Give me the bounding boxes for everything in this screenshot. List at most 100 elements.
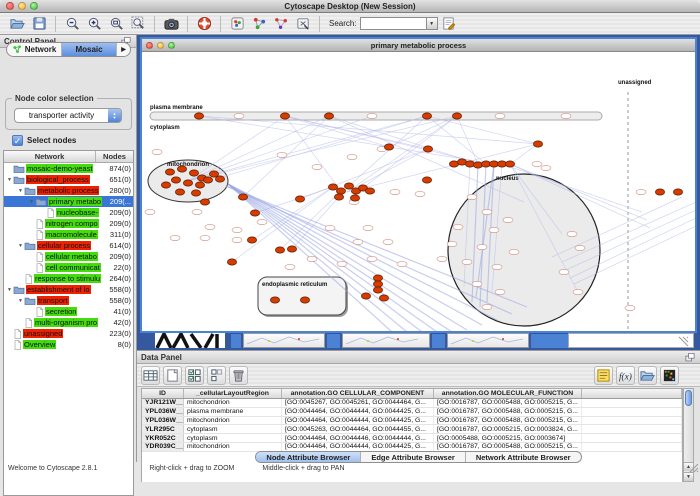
node-color-dropdown[interactable]: transporter activity ▲▼ <box>14 108 122 123</box>
node-pill[interactable] <box>636 189 646 194</box>
cell[interactable]: YPL036W__2 <box>142 408 184 416</box>
node-selected[interactable] <box>194 113 203 119</box>
filter-icon[interactable] <box>272 15 290 33</box>
node-pill[interactable] <box>145 209 155 214</box>
node-selected[interactable] <box>300 297 309 303</box>
node-pill[interactable] <box>337 261 347 266</box>
expand-triangle-icon[interactable]: ▼ <box>28 199 35 205</box>
node-pill[interactable] <box>312 164 322 169</box>
node-selected[interactable] <box>673 189 682 195</box>
node-selected[interactable] <box>247 237 256 243</box>
node-selected[interactable] <box>183 180 192 186</box>
app-titlebar[interactable]: Cytoscape Desktop (New Session) <box>0 0 700 13</box>
tab-network[interactable]: Network <box>7 43 62 56</box>
node-selected[interactable] <box>452 113 461 119</box>
tree-row-biological-process[interactable]: ▼biological_process651(0) <box>4 174 133 185</box>
node-selected[interactable] <box>336 188 345 194</box>
node-pill[interactable] <box>575 245 585 250</box>
table-row[interactable]: YLR295Ccytoplasm[GO:0045263, GO:0044464,… <box>142 425 682 434</box>
node-selected[interactable] <box>191 190 200 196</box>
node-selected[interactable] <box>275 247 284 253</box>
node-selected[interactable] <box>384 144 393 150</box>
node-selected[interactable] <box>361 293 370 299</box>
node-selected[interactable] <box>373 281 382 287</box>
tree-row-response-to-stimulu[interactable]: response to stimulu264(0) <box>4 273 133 284</box>
tree-row-nucleobase-[interactable]: nucleobase-209(0) <box>4 207 133 218</box>
cell[interactable]: [GO:0005488, GO:0005215, GO:0003674] <box>434 434 582 442</box>
tree-column-nodes[interactable]: Nodes <box>96 151 133 162</box>
open-session-icon[interactable] <box>8 15 26 33</box>
column-header-annotation.GO CELLULAR_COMPONENT[interactable]: annotation.GO CELLULAR_COMPONENT <box>282 389 434 398</box>
node-selected[interactable] <box>287 246 296 252</box>
float-panel-icon[interactable] <box>684 352 696 363</box>
node-selected[interactable] <box>161 182 170 188</box>
node-pill[interactable] <box>192 209 202 214</box>
cell[interactable]: [GO:0044464, GO:0044444, GO:0044425, G..… <box>282 417 434 425</box>
open-session-icon[interactable] <box>638 366 657 385</box>
tab-network-attribute-browser[interactable]: Network Attribute Browser <box>466 452 581 462</box>
tree-row-unassigned[interactable]: unassigned223(0) <box>4 328 133 339</box>
cell[interactable]: cytoplasm <box>184 425 282 433</box>
tree-row-primary-metabo[interactable]: ▼primary metabo209(... <box>4 196 133 207</box>
node-pill[interactable] <box>234 113 244 118</box>
node-pill[interactable] <box>437 256 447 261</box>
zoom-fit-icon[interactable] <box>129 15 147 33</box>
cell[interactable] <box>582 434 682 442</box>
cell[interactable] <box>582 443 682 451</box>
node-pill[interactable] <box>573 289 583 294</box>
tree-column-network[interactable]: Network <box>4 151 96 162</box>
annotate-icon[interactable] <box>440 15 458 33</box>
tree-row-overview[interactable]: Overview8(0) <box>4 339 133 350</box>
node-selected[interactable] <box>324 113 333 119</box>
node-pill[interactable] <box>492 264 502 269</box>
node-selected[interactable] <box>334 194 343 200</box>
tree-row-secretion[interactable]: secretion41(0) <box>4 306 133 317</box>
background-window-fragment-blue[interactable] <box>432 333 445 348</box>
column-header-spacer[interactable] <box>582 389 682 398</box>
cell[interactable]: [GO:0044464, GO:0044444, GO:0044425, G..… <box>282 443 434 451</box>
node-selected[interactable] <box>280 113 289 119</box>
dp-trash-icon[interactable] <box>229 366 248 385</box>
tab-mosaic[interactable]: Mosaic <box>62 43 117 56</box>
zoom-selected-icon[interactable] <box>107 15 125 33</box>
node-pill[interactable] <box>561 113 571 118</box>
expand-triangle-icon[interactable]: ▼ <box>17 298 24 304</box>
tree-row-macromolecule[interactable]: macromolecule311(0) <box>4 229 133 240</box>
plugins-icon[interactable] <box>228 15 246 33</box>
column-header-annotation.GO MOLECULAR_FUNCTION[interactable]: annotation.GO MOLECULAR_FUNCTION <box>434 389 582 398</box>
node-selected[interactable] <box>250 210 259 216</box>
dp-selcols-icon[interactable] <box>185 366 204 385</box>
dp-new-icon[interactable] <box>163 366 182 385</box>
cell[interactable]: [GO:0045267, GO:0045261, GO:0044464, G..… <box>282 399 434 407</box>
node-pill[interactable] <box>489 227 499 232</box>
cell[interactable] <box>582 417 682 425</box>
node-selected[interactable] <box>203 177 212 183</box>
background-window-fragment-scribble[interactable] <box>243 333 325 348</box>
node-pill[interactable] <box>503 217 513 222</box>
node-pill[interactable] <box>397 261 407 266</box>
layout-icon[interactable] <box>294 15 312 33</box>
cell[interactable]: [GO:0044464, GO:0044444, GO:0044425, G..… <box>282 408 434 416</box>
zoom-out-icon[interactable] <box>63 15 81 33</box>
background-window-fragment-blue[interactable] <box>327 333 340 348</box>
cell[interactable]: [GO:0044464, GO:0044446, GO:0044444, G..… <box>282 434 434 442</box>
node-selected[interactable] <box>344 183 353 189</box>
node-selected[interactable] <box>423 146 432 152</box>
cell[interactable]: YKR052C <box>142 434 184 442</box>
cell[interactable]: YDR039C__1 <box>142 443 184 451</box>
tree-row-nitrogen-compo[interactable]: nitrogen compo209(0) <box>4 218 133 229</box>
node-pill[interactable] <box>367 113 377 118</box>
dp-matrix-icon[interactable] <box>660 366 679 385</box>
tree-row-mosaic-demo-yeast[interactable]: mosaic-demo-yeast874(0) <box>4 163 133 174</box>
node-pill[interactable] <box>625 305 635 310</box>
node-selected[interactable] <box>189 170 198 176</box>
node-selected[interactable] <box>177 166 186 172</box>
cell[interactable] <box>582 399 682 407</box>
table-row[interactable]: YPL036W__1mitochondrion[GO:0044464, GO:0… <box>142 417 682 426</box>
cell[interactable]: mitochondrion <box>184 417 282 425</box>
node-pill[interactable] <box>482 209 492 214</box>
expand-triangle-icon[interactable]: ▼ <box>6 177 13 183</box>
tab-edge-attribute-browser[interactable]: Edge Attribute Browser <box>361 452 465 462</box>
node-pill[interactable] <box>453 224 463 229</box>
node-selected[interactable] <box>195 182 204 188</box>
